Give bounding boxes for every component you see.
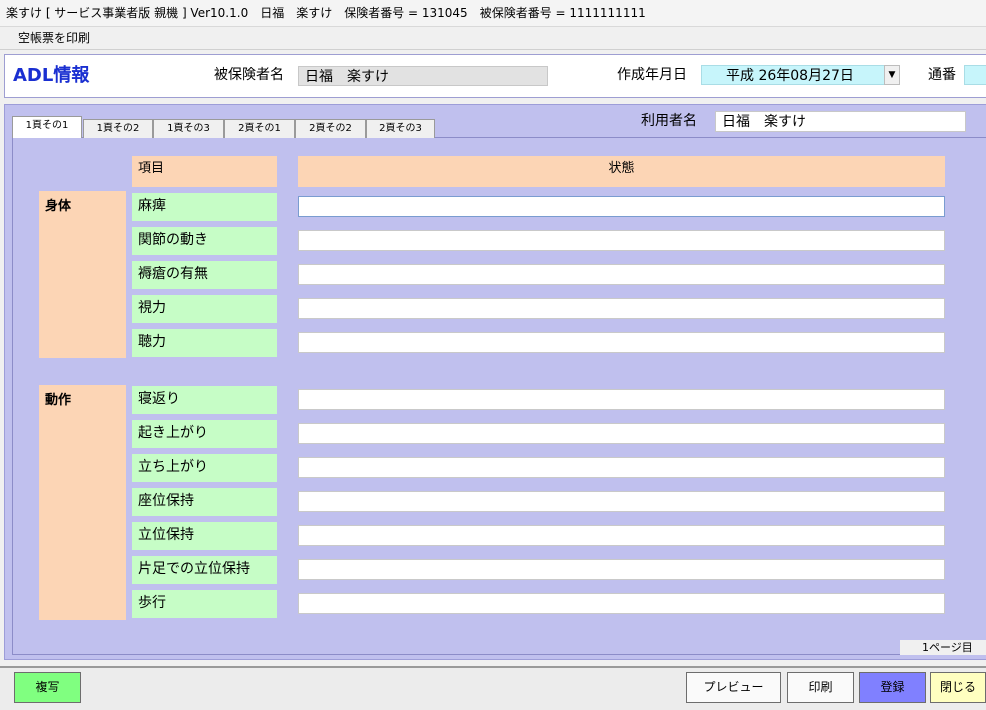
- status-input-rolling-over[interactable]: [298, 389, 945, 410]
- item-label-joint-movement: 関節の動き: [132, 227, 277, 255]
- insured-name-label: 被保険者名: [214, 67, 284, 83]
- item-label-one-leg-standing: 片足での立位保持: [132, 556, 277, 584]
- status-input-paralysis[interactable]: [298, 196, 945, 217]
- print-button[interactable]: 印刷: [787, 672, 854, 703]
- status-input-getting-up[interactable]: [298, 423, 945, 444]
- window-title: 楽すけ [ サービス事業者版 親機 ] Ver10.1.0 日福 楽すけ 保険者…: [6, 6, 646, 20]
- item-label-standing-hold: 立位保持: [132, 522, 277, 550]
- created-date-field[interactable]: 平成 26年08月27日: [701, 65, 885, 85]
- item-label-walking: 歩行: [132, 590, 277, 618]
- close-button[interactable]: 閉じる: [930, 672, 986, 703]
- copy-button[interactable]: 複写: [14, 672, 81, 703]
- item-label-sitting-hold: 座位保持: [132, 488, 277, 516]
- status-input-standing-up[interactable]: [298, 457, 945, 478]
- category-body: 身体: [39, 191, 126, 358]
- item-label-getting-up: 起き上がり: [132, 420, 277, 448]
- date-dropdown-button[interactable]: ▼: [884, 65, 900, 85]
- item-label-rolling-over: 寝返り: [132, 386, 277, 414]
- status-input-one-leg-standing[interactable]: [298, 559, 945, 580]
- item-label-hearing: 聴力: [132, 329, 277, 357]
- user-name-label: 利用者名: [641, 113, 697, 129]
- page-indicator: 1ページ目: [900, 640, 986, 655]
- tab-page2-part2[interactable]: 2頁その2: [295, 119, 366, 138]
- tab-page1-part1[interactable]: 1頁その1: [12, 116, 82, 138]
- status-input-hearing[interactable]: [298, 332, 945, 353]
- created-date-label: 作成年月日: [617, 67, 687, 83]
- tab-page2-part3[interactable]: 2頁その3: [366, 119, 435, 138]
- tab-page2-part1[interactable]: 2頁その1: [224, 119, 295, 138]
- page-title: ADL情報: [13, 65, 90, 86]
- status-input-bedsore[interactable]: [298, 264, 945, 285]
- register-button[interactable]: 登録: [859, 672, 926, 703]
- menu-bar: [0, 27, 986, 50]
- status-input-sitting-hold[interactable]: [298, 491, 945, 512]
- item-column-header: 項目: [132, 156, 277, 187]
- preview-button[interactable]: プレビュー: [686, 672, 781, 703]
- tab-page1-part3[interactable]: 1頁その3: [153, 119, 224, 138]
- serial-label: 通番: [928, 67, 956, 83]
- item-label-bedsore: 褥瘡の有無: [132, 261, 277, 289]
- item-label-standing-up: 立ち上がり: [132, 454, 277, 482]
- status-input-vision[interactable]: [298, 298, 945, 319]
- status-input-walking[interactable]: [298, 593, 945, 614]
- serial-field[interactable]: [964, 65, 986, 85]
- window-title-bar: 楽すけ [ サービス事業者版 親機 ] Ver10.1.0 日福 楽すけ 保険者…: [0, 0, 986, 27]
- status-input-standing-hold[interactable]: [298, 525, 945, 546]
- menu-item-print-blank[interactable]: 空帳票を印刷: [14, 27, 94, 50]
- tab-page1-part2[interactable]: 1頁その2: [83, 119, 153, 138]
- status-column-header: 状態: [298, 156, 945, 187]
- item-label-vision: 視力: [132, 295, 277, 323]
- chevron-down-icon: ▼: [888, 70, 896, 80]
- item-label-paralysis: 麻痺: [132, 193, 277, 221]
- status-input-joint-movement[interactable]: [298, 230, 945, 251]
- user-name-field: 日福 楽すけ: [715, 111, 966, 132]
- insured-name-field: 日福 楽すけ: [298, 66, 548, 86]
- category-motion: 動作: [39, 385, 126, 620]
